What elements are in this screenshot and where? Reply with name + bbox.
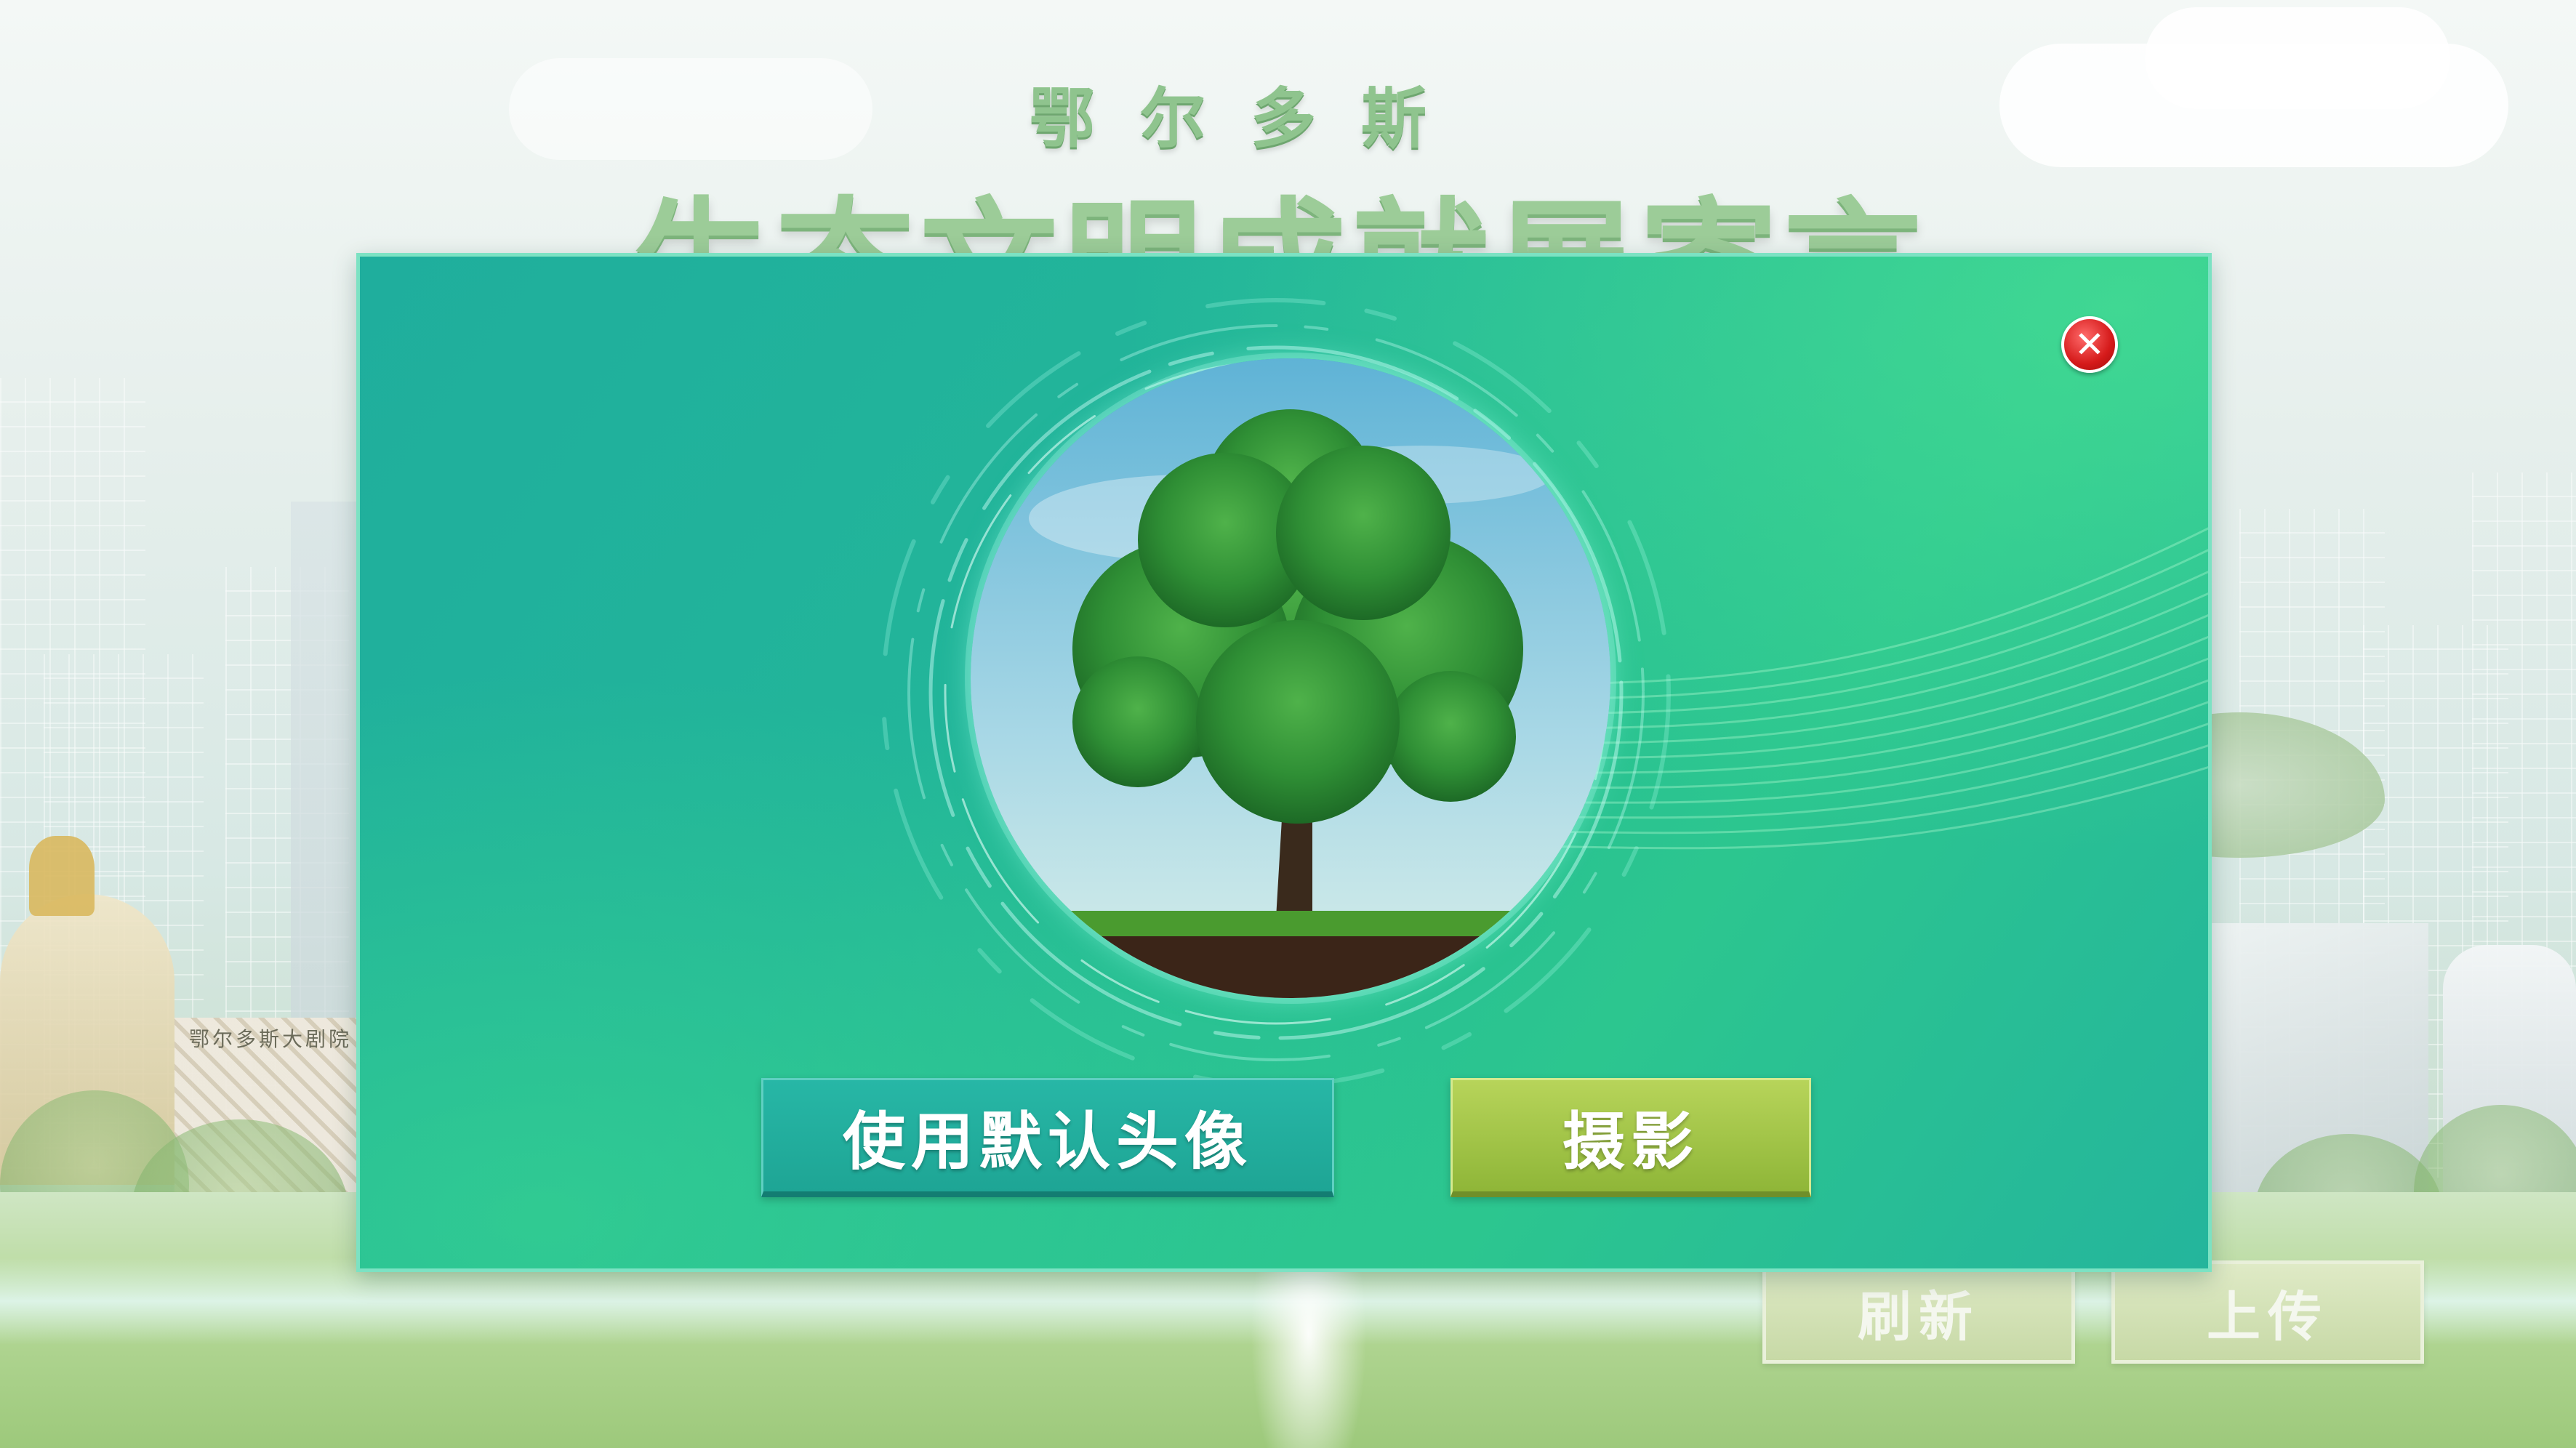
tree-image [971, 358, 1610, 998]
cloud [2145, 7, 2450, 109]
page-subtitle: 鄂尔多斯 [1030, 81, 1472, 157]
cloud [509, 58, 872, 160]
avatar-preview [971, 358, 1610, 998]
avatar-dialog: ✕ 使用默认头像 摄影 [356, 253, 2212, 1272]
close-icon: ✕ [2074, 323, 2105, 366]
upload-button[interactable]: 上传 [2111, 1260, 2424, 1364]
close-button[interactable]: ✕ [2061, 316, 2118, 373]
refresh-button[interactable]: 刷新 [1762, 1260, 2075, 1364]
theater-sign: 鄂尔多斯大剧院 [189, 1027, 353, 1051]
landmark-statue [29, 836, 95, 916]
take-photo-button[interactable]: 摄影 [1450, 1078, 1811, 1197]
use-default-avatar-button[interactable]: 使用默认头像 [761, 1078, 1334, 1197]
